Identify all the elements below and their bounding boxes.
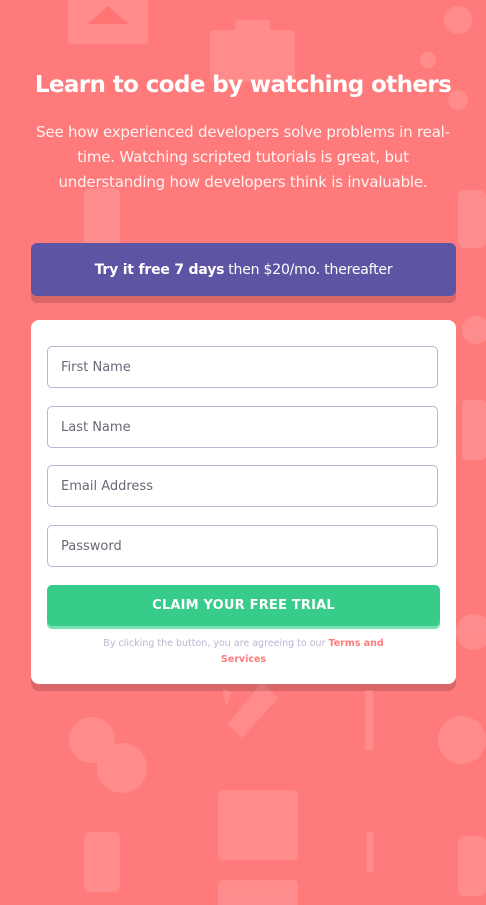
hero-description: See how experienced developers solve pro… — [36, 123, 450, 191]
hero-title: Learn to code by watching others — [34, 72, 452, 98]
claim-trial-button[interactable]: CLAIM YOUR FREE TRIAL — [47, 585, 440, 626]
promo-banner: Try it free 7 days then $20/mo. thereafte… — [31, 243, 456, 296]
page: Learn to code by watching others See how… — [0, 0, 486, 905]
terms-prefix: By clicking the button, you are agreeing… — [103, 638, 326, 649]
promo-highlight: Try it free 7 days — [94, 261, 225, 278]
email-input[interactable] — [47, 465, 438, 507]
password-input[interactable] — [47, 525, 438, 567]
last-name-input[interactable] — [47, 406, 438, 448]
terms-notice: By clicking the button, you are agreeing… — [81, 636, 406, 668]
promo-price-text: then $20/mo. thereafter — [228, 261, 393, 278]
signup-form: CLAIM YOUR FREE TRIAL By clicking the bu… — [31, 320, 456, 684]
first-name-input[interactable] — [47, 346, 438, 388]
